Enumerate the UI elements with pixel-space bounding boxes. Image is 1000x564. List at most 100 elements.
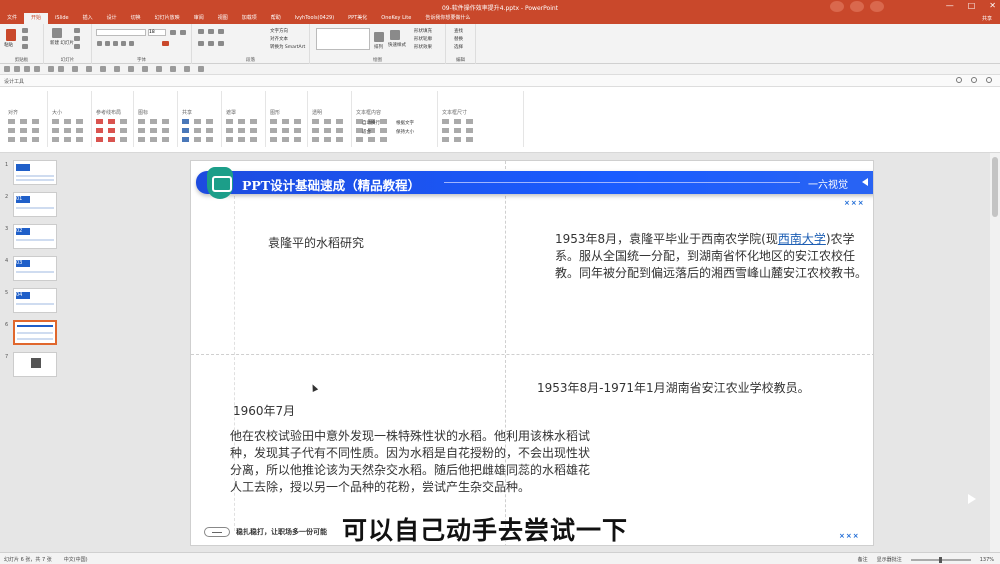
grow-font-icon[interactable] (170, 30, 176, 35)
tool-icon[interactable] (156, 66, 162, 72)
tab-3[interactable]: 插入 (76, 13, 100, 24)
design-tool-icon[interactable] (32, 119, 39, 124)
design-tool-icon[interactable] (270, 119, 277, 124)
design-tool-icon[interactable] (270, 128, 277, 133)
zoom-slider[interactable] (910, 556, 971, 563)
font-color-icon[interactable] (162, 41, 169, 46)
design-tool-icon[interactable] (442, 128, 449, 133)
design-tool-icon[interactable] (108, 137, 115, 142)
design-tool-icon[interactable] (312, 137, 319, 142)
design-tool-icon[interactable] (8, 137, 15, 142)
underline-icon[interactable] (113, 41, 118, 46)
design-tool-icon[interactable] (356, 137, 363, 142)
text-direction-button[interactable]: 文字方向 (270, 28, 288, 34)
shape-effects-button[interactable]: 形状效果 (414, 44, 432, 50)
design-tool-icon[interactable] (120, 137, 127, 142)
design-tool-icon[interactable] (138, 137, 145, 142)
design-tool-icon[interactable] (76, 119, 83, 124)
banner-title[interactable]: PPT设计基础速成（精品教程） (242, 175, 420, 194)
design-tool-icon[interactable] (238, 119, 245, 124)
shapes-gallery[interactable] (316, 28, 370, 50)
design-tool-icon[interactable] (206, 119, 213, 124)
tab-11[interactable]: lvyhTools(0429) (288, 13, 341, 24)
design-tool-icon[interactable] (194, 128, 201, 133)
undo-icon[interactable] (14, 66, 20, 72)
design-tool-icon[interactable] (312, 119, 319, 124)
slide-thumbnail[interactable]: 02 (13, 224, 57, 249)
shrink-font-icon[interactable] (180, 30, 186, 35)
design-tool-icon[interactable] (8, 119, 15, 124)
new-slide-button[interactable]: 新建 幻灯片 (50, 40, 74, 46)
design-tool-icon[interactable] (282, 119, 289, 124)
minimize-button[interactable]: — (946, 1, 954, 10)
design-tool-icon[interactable] (194, 137, 201, 142)
replace-button[interactable]: 替换 (454, 36, 463, 42)
design-tool-icon[interactable] (206, 137, 213, 142)
design-tool-icon[interactable] (454, 137, 461, 142)
redo-icon[interactable] (24, 66, 30, 72)
design-tool-icon[interactable] (76, 137, 83, 142)
zoom-level[interactable]: 137% (980, 557, 994, 563)
design-tool-icon[interactable] (8, 128, 15, 133)
design-tool-icon[interactable] (120, 119, 127, 124)
design-tool-icon[interactable] (162, 128, 169, 133)
design-tool-icon[interactable] (138, 128, 145, 133)
current-slide[interactable]: PPT设计基础速成（精品教程） 一六视觉 ××× 袁隆平的水稻研究 1953年8… (190, 160, 874, 546)
design-tool-icon[interactable] (324, 119, 331, 124)
quick-styles-icon[interactable] (390, 30, 400, 40)
tab-4[interactable]: 设计 (100, 13, 124, 24)
share-button[interactable]: 共享 (982, 15, 992, 22)
textbox-discovery[interactable]: 他在农校试验田中意外发现一株特殊性状的水稻。他利用该株水稻试种，发现其子代有不同… (230, 428, 592, 496)
tab-8[interactable]: 视图 (211, 13, 235, 24)
maximize-button[interactable]: □ (968, 1, 976, 10)
textbox-career[interactable]: 1953年8月-1971年1月湖南省安江农业学校教员。 (537, 379, 810, 396)
paste-button[interactable]: 粘贴 (4, 42, 13, 48)
design-tool-icon[interactable] (226, 137, 233, 142)
section-icon[interactable] (74, 44, 80, 49)
bullets-icon[interactable] (198, 29, 204, 34)
notes-button[interactable]: 备注 (858, 556, 868, 563)
tab-1[interactable]: 开始 (24, 13, 49, 24)
numbering-icon[interactable] (208, 29, 214, 34)
design-tool-icon[interactable] (368, 137, 375, 142)
design-tool-icon[interactable] (442, 137, 449, 142)
textbox-option-keep[interactable]: 保持大小 (396, 129, 414, 135)
scrollbar-thumb[interactable] (992, 157, 998, 217)
arrange-button[interactable]: 排列 (374, 44, 383, 50)
align-left-icon[interactable] (198, 41, 204, 46)
design-tool-icon[interactable] (282, 137, 289, 142)
design-tool-icon[interactable] (294, 119, 301, 124)
design-tool-icon[interactable] (226, 119, 233, 124)
design-tool-icon[interactable] (120, 128, 127, 133)
slide-thumbnail[interactable]: 01 (13, 192, 57, 217)
shape-fill-button[interactable]: 形状填充 (414, 28, 432, 34)
hyperlink-xinan-university[interactable]: 西南大学 (778, 232, 826, 246)
tool-icon[interactable] (58, 66, 64, 72)
textbox-heading[interactable]: 袁隆平的水稻研究 (268, 234, 364, 251)
design-tool-icon[interactable] (380, 128, 387, 133)
find-button[interactable]: 查找 (454, 28, 463, 34)
slide-thumbnail[interactable]: 03 (13, 256, 57, 281)
tool-icon[interactable] (198, 66, 204, 72)
footer-text[interactable]: 稳扎稳打，让职场多一份可能 (236, 527, 327, 537)
design-tool-icon[interactable] (162, 119, 169, 124)
design-tool-icon[interactable] (238, 137, 245, 142)
tab-10[interactable]: 帮助 (264, 13, 288, 24)
shape-outline-button[interactable]: 形状轮廓 (414, 36, 432, 42)
design-tool-icon[interactable] (108, 119, 115, 124)
copy-icon[interactable] (22, 36, 28, 41)
title-banner[interactable]: PPT设计基础速成（精品教程） 一六视觉 (196, 167, 873, 199)
align-right-icon[interactable] (218, 41, 224, 46)
italic-icon[interactable] (105, 41, 110, 46)
slide-thumbnail[interactable]: 04 (13, 288, 57, 313)
design-tool-icon[interactable] (52, 137, 59, 142)
design-tool-icon[interactable] (182, 128, 189, 133)
design-tool-icon[interactable] (270, 137, 277, 142)
design-tool-icon[interactable] (466, 137, 473, 142)
textbox-1960[interactable]: 1960年7月 (233, 402, 295, 419)
tab-7[interactable]: 审阅 (187, 13, 211, 24)
banner-brand[interactable]: 一六视觉 (808, 176, 848, 191)
design-tool-icon[interactable] (336, 119, 343, 124)
settings-icon[interactable] (956, 77, 962, 83)
design-tool-icon[interactable] (20, 119, 27, 124)
